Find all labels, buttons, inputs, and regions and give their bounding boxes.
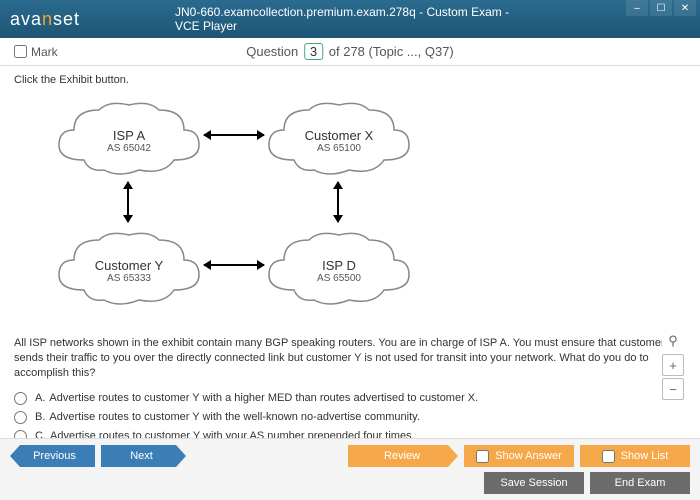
cloud-isp-a: ISP AAS 65042 [54,100,204,180]
zoom-in-button[interactable]: + [662,354,684,376]
titlebar: avanset JN0-660.examcollection.premium.e… [0,0,700,38]
question-header: Mark Question 3 of 278 (Topic ..., Q37) [0,38,700,66]
exhibit-diagram: ISP AAS 65042 Customer XAS 65100 Custome… [14,90,686,330]
next-button[interactable]: Next [101,445,186,467]
arrow-ispa-custx [204,134,264,136]
minimize-button[interactable]: – [626,0,648,16]
cloud-customer-x: Customer XAS 65100 [264,100,414,180]
show-answer-checkbox[interactable] [476,450,489,463]
answer-radio-a[interactable] [14,392,27,405]
answer-option[interactable]: B. Advertise routes to customer Y with t… [14,408,686,427]
show-list-checkbox[interactable] [602,450,615,463]
question-text: All ISP networks shown in the exhibit co… [14,336,686,381]
save-session-button[interactable]: Save Session [484,472,584,494]
answer-option[interactable]: A. Advertise routes to customer Y with a… [14,389,686,408]
window-title: JN0-660.examcollection.premium.exam.278q… [175,5,525,33]
question-counter: Question 3 of 278 (Topic ..., Q37) [246,43,454,60]
review-button[interactable]: Review [348,445,458,467]
answer-radio-b[interactable] [14,411,27,424]
footer-toolbar: Previous Next Review Show Answer Show Li… [0,438,700,500]
window-controls: – ☐ ✕ [626,0,696,16]
cloud-customer-y: Customer YAS 65333 [54,230,204,310]
cloud-isp-d: ISP DAS 65500 [264,230,414,310]
question-number-box: 3 [304,43,323,60]
previous-button[interactable]: Previous [10,445,95,467]
answers-list: A. Advertise routes to customer Y with a… [14,389,686,446]
arrow-custy-ispd [204,264,264,266]
zoom-reset-icon[interactable]: ⚲ [662,330,684,352]
content-area: Click the Exhibit button. ISP AAS 65042 … [0,66,700,456]
exhibit-instruction: Click the Exhibit button. [14,74,686,86]
mark-checkbox[interactable] [14,45,27,58]
arrow-custx-ispd [337,182,339,222]
maximize-button[interactable]: ☐ [650,0,672,16]
show-answer-button[interactable]: Show Answer [464,445,574,467]
zoom-controls: ⚲ + − [662,330,684,400]
mark-label: Mark [31,45,58,59]
app-logo: avanset [10,9,80,30]
close-button[interactable]: ✕ [674,0,696,16]
arrow-ispa-custy [127,182,129,222]
zoom-out-button[interactable]: − [662,378,684,400]
show-list-button[interactable]: Show List [580,445,690,467]
end-exam-button[interactable]: End Exam [590,472,690,494]
